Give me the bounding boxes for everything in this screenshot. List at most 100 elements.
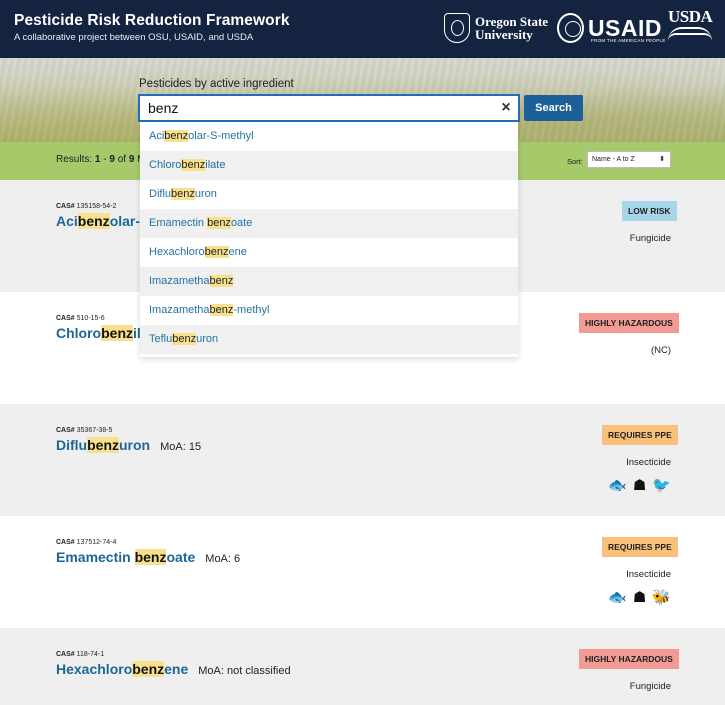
item-text: Aci bbox=[149, 130, 165, 142]
name-highlight: benz bbox=[132, 661, 165, 677]
results-of: of bbox=[114, 154, 129, 165]
risk-badge: HIGHLY HAZARDOUS bbox=[579, 649, 679, 669]
sort-label: Sort: bbox=[567, 157, 583, 166]
cas-number: CAS# 137512-74-4 bbox=[56, 539, 116, 546]
results-prefix: Results: bbox=[56, 154, 95, 165]
item-highlight: benz bbox=[209, 275, 234, 287]
usaid-emblem-icon bbox=[557, 13, 584, 43]
result-card: CAS# 118-74-1 Hexachlorobenzene MoA: not … bbox=[0, 628, 725, 705]
result-card: CAS# 137512-74-4 Emamectin benzoate MoA: … bbox=[0, 516, 725, 628]
result-card: CAS# 35367-38-5 Diflubenzuron MoA: 15 REQ… bbox=[0, 404, 725, 516]
cas-number: CAS# 510-15-6 bbox=[56, 315, 105, 322]
site-subtitle: A collaborative project between OSU, USA… bbox=[14, 32, 254, 43]
cas-number: CAS# 35367-38-5 bbox=[56, 427, 112, 434]
cas-value: 510-15-6 bbox=[76, 315, 105, 322]
cas-label: CAS# bbox=[56, 539, 75, 546]
site-header: Pesticide Risk Reduction Framework A col… bbox=[0, 0, 725, 58]
item-text: Emamectin bbox=[149, 217, 208, 229]
fish-icon: 🐟 bbox=[608, 589, 627, 606]
pesticide-type: Fungicide bbox=[629, 233, 671, 244]
name-highlight: benz bbox=[87, 437, 119, 453]
item-text: -methyl bbox=[233, 304, 270, 316]
hazard-icons: 🐟 ☗ 🐝 bbox=[608, 590, 671, 606]
cas-value: 118-74-1 bbox=[76, 651, 105, 658]
usaid-logo-text: USAID bbox=[587, 15, 662, 41]
bee-icon: 🐝 bbox=[652, 589, 671, 606]
autocomplete-dropdown: Acibenzolar-S-methyl Chlorobenzilate Dif… bbox=[140, 122, 518, 357]
risk-badge: REQUIRES PPE bbox=[602, 537, 678, 557]
osu-seal-icon bbox=[444, 13, 470, 43]
item-text: uron bbox=[194, 188, 217, 200]
osu-logo-line2: University bbox=[475, 27, 533, 42]
respirator-icon: ☗ bbox=[632, 589, 647, 606]
sort-select[interactable]: Name - A to Z ⬍ bbox=[587, 151, 671, 168]
search-input[interactable] bbox=[138, 94, 520, 122]
name-part: Diflu bbox=[56, 437, 88, 453]
sort-select-value: Name - A to Z bbox=[592, 156, 635, 163]
item-text: ilate bbox=[205, 159, 226, 171]
site-title[interactable]: Pesticide Risk Reduction Framework bbox=[14, 12, 290, 30]
usda-hill-icon-2 bbox=[668, 33, 712, 41]
usda-logo-text: USDA bbox=[668, 7, 713, 26]
autocomplete-item[interactable]: Emamectin benzoate bbox=[140, 209, 518, 238]
autocomplete-item[interactable]: Teflubenzuron bbox=[140, 325, 518, 354]
item-highlight: benz bbox=[204, 246, 229, 258]
item-highlight: benz bbox=[172, 333, 197, 345]
osu-logo[interactable]: Oregon State University bbox=[444, 8, 550, 48]
results-count: Results: 1 - 9 of 9 Ma bbox=[56, 154, 151, 165]
item-text: olar-S-methyl bbox=[188, 130, 254, 142]
item-text: ene bbox=[228, 246, 247, 258]
respirator-icon: ☗ bbox=[632, 477, 647, 494]
cas-label: CAS# bbox=[56, 203, 75, 210]
pesticide-name-link[interactable]: Emamectin benzoate MoA: 6 bbox=[56, 549, 240, 565]
cas-number: CAS# 118-74-1 bbox=[56, 651, 104, 658]
item-highlight: benz bbox=[164, 130, 189, 142]
autocomplete-item[interactable]: Imazamethabenz bbox=[140, 267, 518, 296]
hazard-icons: 🐟 ☗ 🐦 bbox=[608, 478, 671, 494]
clear-search-icon[interactable]: × bbox=[498, 99, 514, 117]
autocomplete-item[interactable]: Acibenzolar-S-methyl bbox=[140, 122, 518, 151]
name-part: Emamectin bbox=[56, 549, 135, 565]
cas-number: CAS# 135158-54-2 bbox=[56, 203, 116, 210]
item-text: Imazametha bbox=[149, 275, 210, 287]
mode-of-action: MoA: 15 bbox=[160, 441, 202, 453]
pesticide-type: (NC) bbox=[650, 345, 671, 356]
pesticide-type: Insecticide bbox=[626, 457, 671, 468]
item-text: Chloro bbox=[149, 159, 182, 171]
item-text: Imazametha bbox=[149, 304, 210, 316]
bird-icon: 🐦 bbox=[652, 477, 671, 494]
risk-badge: LOW RISK bbox=[622, 201, 677, 221]
usaid-tagline: FROM THE AMERICAN PEOPLE bbox=[591, 38, 666, 43]
usaid-logo[interactable]: USAID FROM THE AMERICAN PEOPLE bbox=[557, 10, 665, 46]
search-label: Pesticides by active ingredient bbox=[139, 78, 294, 90]
autocomplete-item[interactable]: Diflubenzuron bbox=[140, 180, 518, 209]
name-part: ene bbox=[164, 661, 189, 677]
autocomplete-item[interactable]: Imazamethabenz-methyl bbox=[140, 296, 518, 325]
pesticide-type: Fungicide bbox=[629, 681, 671, 692]
search-button[interactable]: Search bbox=[524, 95, 583, 121]
name-part: Chloro bbox=[56, 325, 102, 341]
item-highlight: benz bbox=[171, 188, 195, 200]
usda-logo[interactable]: USDA bbox=[668, 7, 713, 43]
cas-value: 135158-54-2 bbox=[76, 203, 117, 210]
pesticide-name-link[interactable]: Hexachlorobenzene MoA: not classified bbox=[56, 661, 291, 677]
item-text: uron bbox=[196, 333, 219, 345]
pesticide-name-link[interactable]: Chlorobenzil bbox=[56, 325, 141, 341]
cas-label: CAS# bbox=[56, 427, 75, 434]
name-part: Aci bbox=[56, 213, 78, 229]
sort-caret-icon: ⬍ bbox=[659, 156, 665, 163]
name-part: oate bbox=[166, 549, 196, 565]
autocomplete-item[interactable]: Hexachlorobenzene bbox=[140, 238, 518, 267]
risk-badge: REQUIRES PPE bbox=[602, 425, 678, 445]
item-text: Teflu bbox=[149, 333, 173, 345]
pesticide-name-link[interactable]: Diflubenzuron MoA: 15 bbox=[56, 437, 201, 453]
pesticide-type: Insecticide bbox=[626, 569, 671, 580]
item-highlight: benz bbox=[181, 159, 206, 171]
autocomplete-item[interactable]: Chlorobenzilate bbox=[140, 151, 518, 180]
cas-value: 35367-38-5 bbox=[76, 427, 113, 434]
name-highlight: benz bbox=[101, 325, 133, 341]
fish-icon: 🐟 bbox=[608, 477, 627, 494]
item-text: oate bbox=[230, 217, 253, 229]
name-highlight: benz bbox=[77, 213, 110, 229]
item-highlight: benz bbox=[207, 217, 231, 229]
